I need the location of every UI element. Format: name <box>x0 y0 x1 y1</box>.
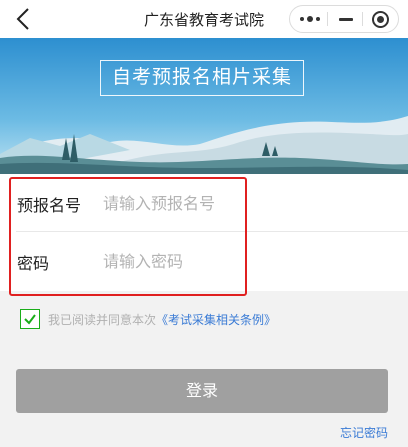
checkmark-icon <box>24 314 36 325</box>
login-button[interactable]: 登录 <box>16 369 388 413</box>
password-label: 密码 <box>17 254 50 273</box>
mini-program-capsule <box>289 5 399 33</box>
login-form: 预报名号 密码 <box>0 174 408 291</box>
form-row-password: 密码 <box>0 232 408 290</box>
target-circle-icon[interactable] <box>362 6 398 32</box>
landscape-illustration <box>0 38 408 174</box>
agreement-row: 我已阅读并同意本次 《考试采集相关条例》 <box>20 309 276 329</box>
registration-number-input[interactable] <box>103 186 393 220</box>
password-input[interactable] <box>103 244 393 278</box>
more-dots-icon[interactable] <box>292 6 328 32</box>
banner-title: 自考预报名相片采集 <box>100 60 304 96</box>
forgot-password-link[interactable]: 忘记密码 <box>340 424 388 441</box>
banner: 自考预报名相片采集 <box>0 38 408 174</box>
form-row-registration-number: 预报名号 <box>0 174 408 232</box>
agreement-text: 我已阅读并同意本次 <box>48 312 157 327</box>
minus-icon[interactable] <box>328 6 364 32</box>
agreement-terms-link[interactable]: 《考试采集相关条例》 <box>156 311 276 328</box>
agreement-checkbox[interactable] <box>20 309 40 329</box>
navigation-bar: 广东省教育考试院 <box>0 0 408 38</box>
registration-number-label: 预报名号 <box>17 196 82 215</box>
